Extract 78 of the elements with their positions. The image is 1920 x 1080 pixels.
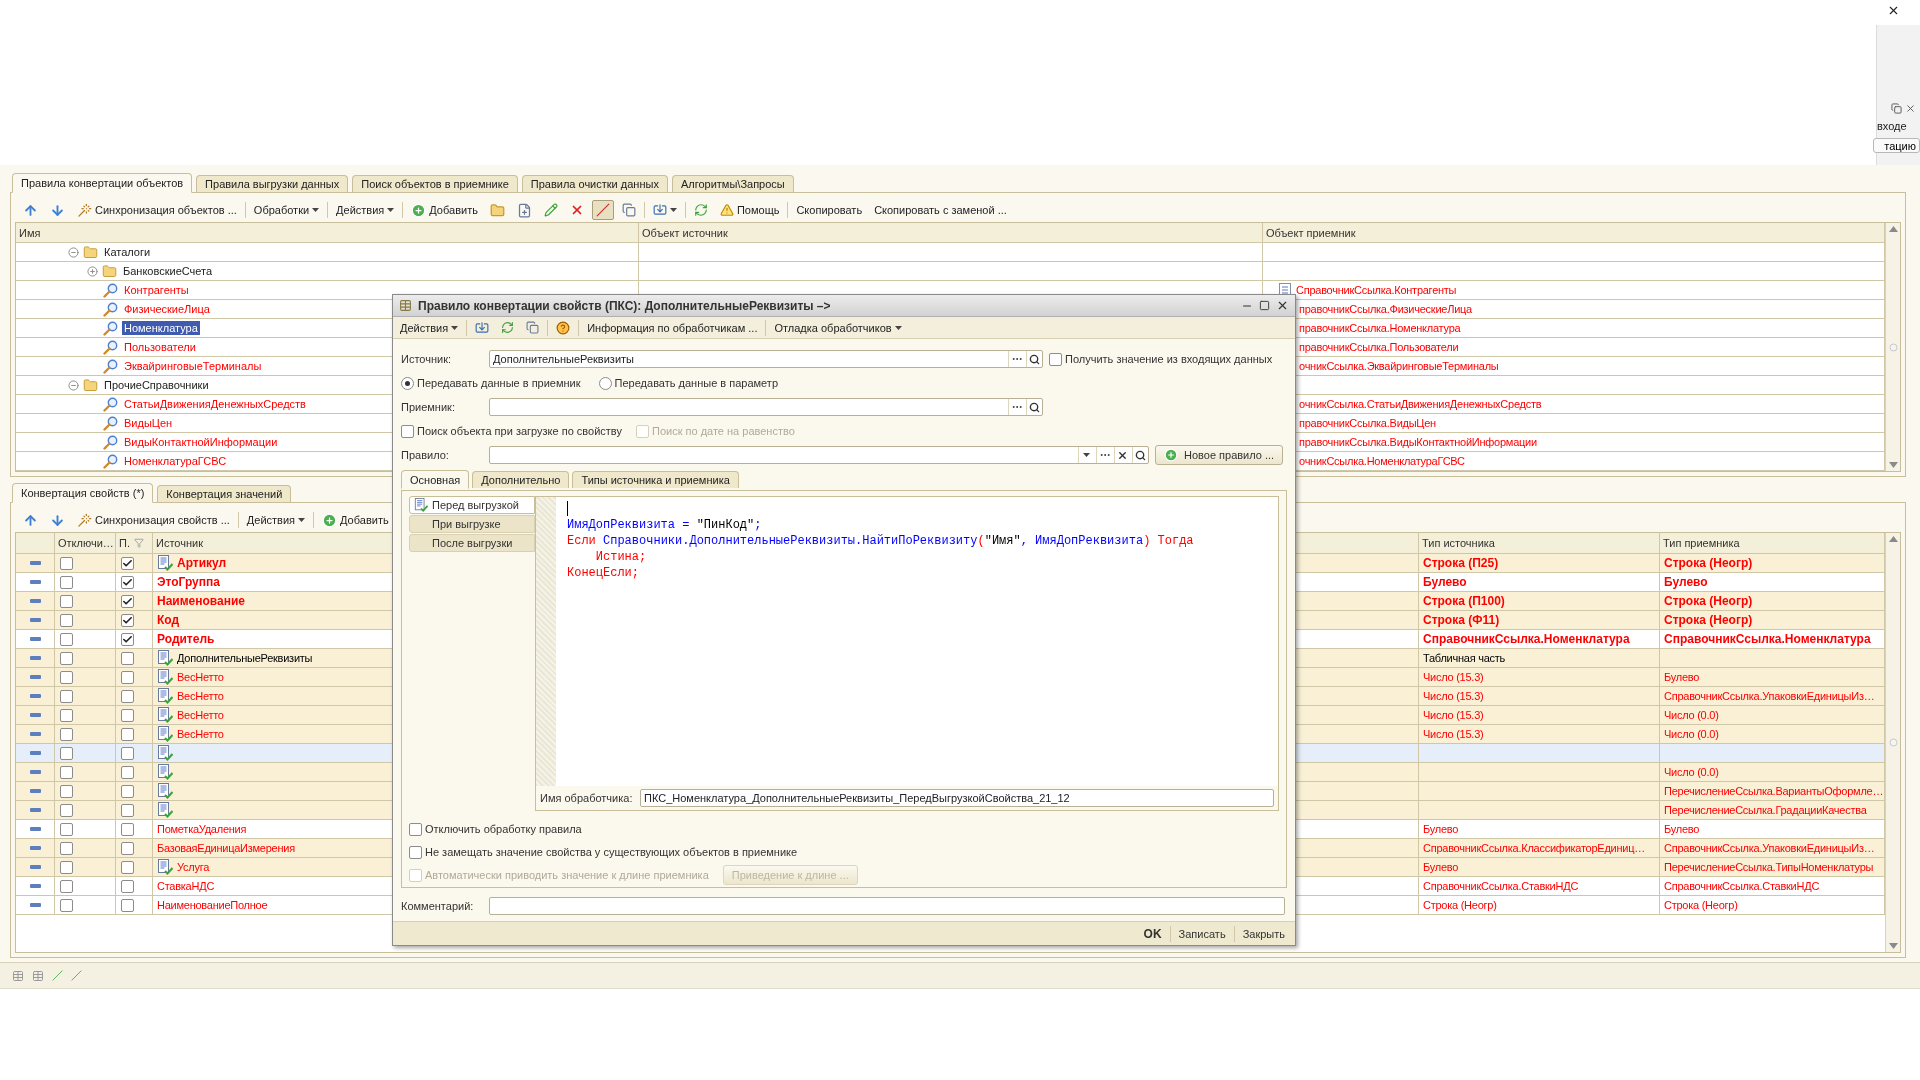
radio-label: Передавать данные в приемник xyxy=(417,377,581,389)
property-name: ВесНетто xyxy=(177,690,224,702)
checkbox-label: Не замещать значение свойства у существующих объектов в приемнике xyxy=(425,846,798,858)
target-object: правочникСсылка.ВидыКонтактнойИнформации xyxy=(1299,436,1537,448)
property-name: Услуга xyxy=(177,861,210,873)
target-type: Строка (Неогр) xyxy=(1664,594,1753,608)
dialog-title: Правило конвертации свойств (ПКС): ДополнительныеРеквизиты –> xyxy=(418,298,832,313)
source-type: СправочникСсылка.КлассификаторЕдиниц… xyxy=(1423,842,1646,854)
field-label: Приемник: xyxy=(401,401,456,413)
target-type: ПеречислениеСсылка.ГрадацииКачества xyxy=(1664,804,1867,816)
target-type: ПеречислениеСсылка.ТипыНоменклатуры xyxy=(1664,861,1874,873)
property-name: Артикул xyxy=(177,556,227,570)
source-type: Число (15.3) xyxy=(1423,709,1484,721)
property-name: СтавкаНДС xyxy=(157,880,215,892)
target-object: правочникСсылка.Номенклатура xyxy=(1299,322,1461,334)
property-name: ВесНетто xyxy=(177,709,224,721)
field-label: Источник: xyxy=(401,353,452,365)
property-name: ЭтоГруппа xyxy=(157,575,220,589)
target-type: СправочникСсылка.Номенклатура xyxy=(1664,632,1871,646)
property-name: ПометкаУдаления xyxy=(157,823,247,835)
property-name: Наименование xyxy=(157,594,246,608)
property-name: Родитель xyxy=(157,632,215,646)
source-type: Строка (П100) xyxy=(1423,594,1505,608)
property-name: ВесНетто xyxy=(177,671,224,683)
target-object: очникСсылка.СтатьиДвиженияДенежныхСредств xyxy=(1299,398,1542,410)
property-name: ДополнительныеРеквизиты xyxy=(177,652,313,664)
target-type: Булево xyxy=(1664,575,1708,589)
field-label: Правило: xyxy=(401,449,450,461)
property-name: НаименованиеПолное xyxy=(157,899,268,911)
checkbox-label: Автоматически приводить значение к длине приемника xyxy=(425,869,709,881)
target-object: очникСсылка.ЭквайринговыеТерминалы xyxy=(1299,360,1499,372)
source-type: Строка (Неогр) xyxy=(1423,899,1497,911)
code-line: КонецЕсли; xyxy=(567,565,640,581)
handler-label: После выгрузки xyxy=(432,537,513,549)
target-type: Строка (Неогр) xyxy=(1664,899,1738,911)
target-type: Число (0.0) xyxy=(1664,709,1719,721)
field-label: Имя обработчика: xyxy=(540,792,632,805)
target-type: ПеречислениеСсылка.ВариантыОформле… xyxy=(1664,785,1884,797)
target-object: правочникСсылка.ФизическиеЛица xyxy=(1299,303,1472,315)
source-type: Булево xyxy=(1423,823,1459,835)
checkbox-label: Отключить обработку правила xyxy=(425,823,582,835)
target-type: Строка (Неогр) xyxy=(1664,613,1753,627)
target-type: Строка (Неогр) xyxy=(1664,556,1753,570)
target-object: правочникСсылка.Пользователи xyxy=(1299,341,1459,353)
code-line: Истина; xyxy=(594,549,648,565)
property-name: ВесНетто xyxy=(177,728,224,740)
source-type: СправочникСсылка.СтавкиНДС xyxy=(1423,880,1579,892)
source-type: Табличная часть xyxy=(1423,652,1505,664)
source-type: Число (15.3) xyxy=(1423,690,1484,702)
target-type: Число (0.0) xyxy=(1664,728,1719,740)
target-type: Булево xyxy=(1664,823,1700,835)
source-type: Число (15.3) xyxy=(1423,671,1484,683)
target-type: Булево xyxy=(1664,671,1700,683)
checkbox-label: Поиск по дате на равенство xyxy=(651,425,795,437)
source-type: Число (15.3) xyxy=(1423,728,1484,740)
target-object: очникСсылка.НоменклатураГСВС xyxy=(1299,455,1465,467)
code-line: ИмяДопРеквизита = "ПинКод"; xyxy=(567,517,763,533)
field-label: Комментарий: xyxy=(401,900,475,912)
property-name: Код xyxy=(157,613,180,627)
target-object: правочникСсылка.ВидыЦен xyxy=(1299,417,1436,429)
source-type: Строка (П25) xyxy=(1423,556,1499,570)
source-type: СправочникСсылка.Номенклатура xyxy=(1423,632,1630,646)
checkbox-label: Поиск объекта при загрузке по свойству xyxy=(417,425,622,437)
source-type: Булево xyxy=(1423,861,1459,873)
target-object: СправочникСсылка.Контрагенты xyxy=(1296,284,1457,296)
target-type: СправочникСсылка.УпаковкиЕдиницыИз… xyxy=(1664,690,1875,702)
radio-label: Передавать данные в параметр xyxy=(614,377,778,389)
code-line: Если Справочники.ДополнительныеРеквизиты.НайтиПоРеквизиту("Имя", ИмяДопРеквизита) Тогда xyxy=(567,533,1195,549)
source-type: Булево xyxy=(1423,575,1467,589)
checkbox-label: Получить значение из входящих данных xyxy=(1065,353,1273,365)
handler-label: Перед выгрузкой xyxy=(432,499,519,511)
side-label: входе xyxy=(1877,120,1908,132)
target-type: Число (0.0) xyxy=(1664,766,1719,778)
target-type: СправочникСсылка.УпаковкиЕдиницыИз… xyxy=(1664,842,1875,854)
handler-label: При выгрузке xyxy=(432,518,501,530)
target-type: СправочникСсылка.СтавкиНДС xyxy=(1664,880,1820,892)
source-type: Строка (Ф11) xyxy=(1423,613,1500,627)
property-name: БазоваяЕдиницаИзмерения xyxy=(157,842,295,854)
